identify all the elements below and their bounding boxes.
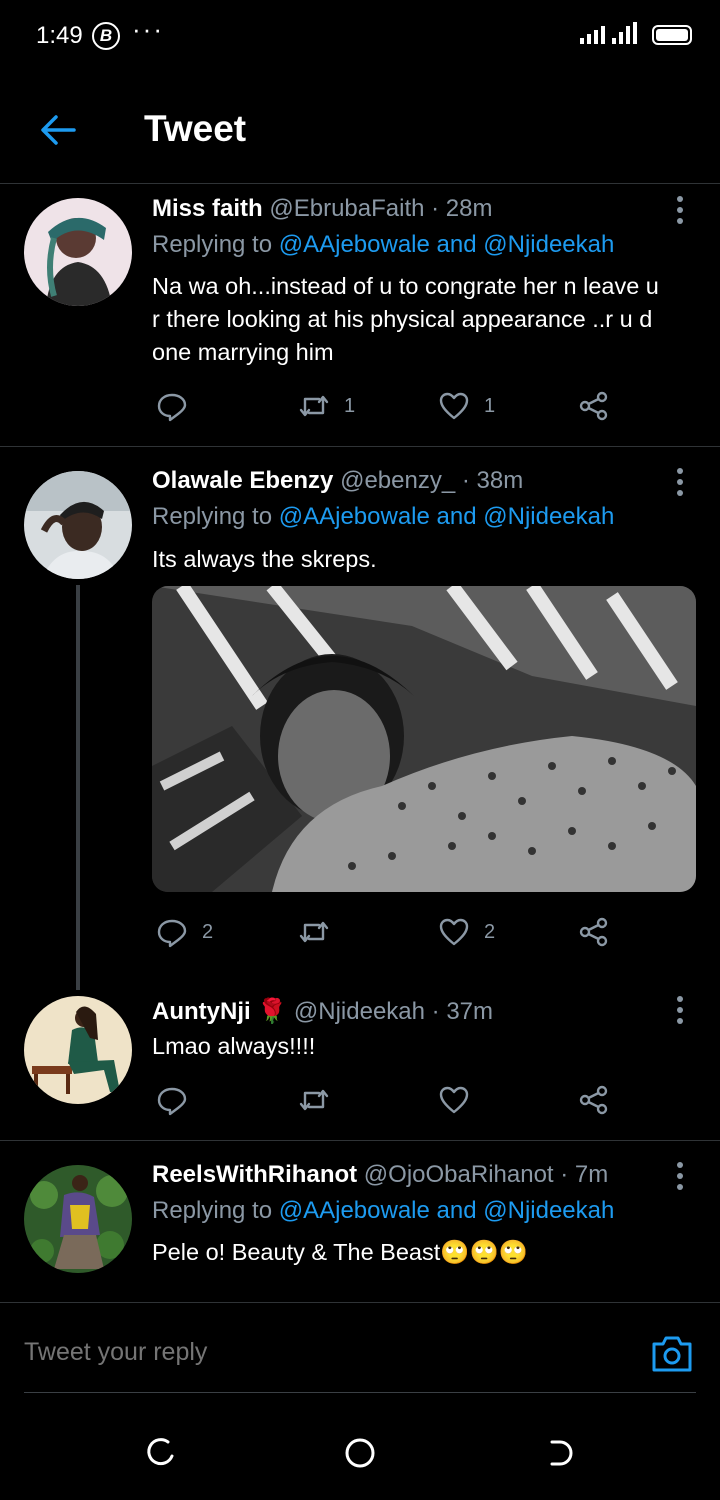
page-title: Tweet (144, 108, 247, 149)
reply-icon (157, 919, 187, 948)
replying-prefix: Replying to (152, 1197, 273, 1224)
display-name[interactable]: Miss faith (152, 195, 263, 222)
avatar-image (24, 471, 132, 579)
tweet-text-main: Pele o! Beauty & The Beast (152, 1239, 441, 1265)
like-button[interactable]: 2 (438, 916, 495, 948)
handle-time: @EbrubaFaith · 28m (269, 195, 493, 222)
reply-count: 2 (202, 920, 214, 943)
tweet-name-line: AuntyNji 🌹 @Njideekah · 37m (152, 997, 493, 1026)
avatar-image (24, 198, 132, 306)
share-button[interactable] (578, 390, 610, 422)
signal-icon (580, 22, 637, 44)
retweet-icon (299, 1089, 329, 1111)
replying-mentions[interactable]: @AAjebowale and @Njideekah (279, 1197, 615, 1224)
avatar-image (24, 1165, 132, 1273)
thread-connector (76, 585, 80, 990)
heart-icon (439, 1086, 469, 1114)
reply-icon (157, 1087, 187, 1116)
tweet-text-line: Na wa oh...instead of u to congrate her … (152, 273, 659, 299)
replying-to: Replying to @AAjebowale and @Njideekah (152, 1197, 614, 1225)
home-icon[interactable] (343, 1436, 377, 1470)
tweet-divider (0, 446, 720, 447)
tweet-divider (0, 1302, 720, 1303)
like-button[interactable]: 1 (438, 390, 495, 422)
avatar-image (24, 996, 132, 1104)
status-time: 1:49 (36, 22, 83, 49)
tweet-text: Na wa oh...instead of u to congrate her … (152, 270, 698, 369)
retweet-button[interactable]: 1 (298, 390, 355, 422)
replying-prefix: Replying to (152, 503, 273, 530)
retweet-button[interactable] (298, 1084, 344, 1116)
heart-icon (439, 392, 469, 420)
tweet-text-line: one marrying him (152, 339, 334, 365)
reply-button[interactable] (156, 1084, 202, 1116)
replying-mentions[interactable]: @AAjebowale and @Njideekah (279, 503, 615, 530)
recent-apps-icon[interactable] (144, 1436, 178, 1470)
replying-to: Replying to @AAjebowale and @Njideekah (152, 231, 614, 259)
like-count: 1 (484, 394, 496, 417)
replying-to: Replying to @AAjebowale and @Njideekah (152, 503, 614, 531)
tweet-name-line: ReelsWithRihanot @OjoObaRihanot · 7m (152, 1161, 608, 1189)
tweet-name-line: Olawale Ebenzy @ebenzy_ · 38m (152, 467, 523, 495)
replying-prefix: Replying to (152, 231, 273, 258)
tweet-text: Pele o! Beauty & The Beast🙄🙄🙄 (152, 1236, 698, 1269)
share-icon (579, 391, 608, 421)
handle-time: @OjoObaRihanot · 7m (363, 1161, 609, 1188)
retweet-count: 1 (344, 394, 356, 417)
tweet-text: Its always the skreps. (152, 546, 377, 572)
reply-icon (157, 393, 187, 422)
tweet-text-line: r there looking at his physical appearan… (152, 306, 653, 332)
handle-time: @ebenzy_ · 38m (340, 467, 524, 494)
eye-roll-emoji: 🙄🙄🙄 (440, 1239, 529, 1265)
like-count: 2 (484, 920, 496, 943)
display-name[interactable]: AuntyNji (152, 998, 251, 1025)
avatar[interactable] (24, 1165, 132, 1273)
avatar[interactable] (24, 471, 132, 579)
camera-icon[interactable] (650, 1332, 694, 1376)
replying-mentions[interactable]: @AAjebowale and @Njideekah (279, 231, 615, 258)
heart-icon (439, 918, 469, 946)
display-name[interactable]: Olawale Ebenzy (152, 467, 333, 494)
photo (152, 586, 696, 892)
like-button[interactable] (438, 1084, 484, 1116)
avatar[interactable] (24, 198, 132, 306)
share-button[interactable] (578, 1084, 610, 1116)
more-options-icon[interactable] (676, 996, 684, 1026)
retweet-button[interactable] (298, 916, 344, 948)
more-options-icon[interactable] (676, 196, 684, 226)
more-options-icon[interactable] (676, 1162, 684, 1192)
reply-input[interactable] (24, 1338, 584, 1367)
tweet-text: Lmao always!!!! (152, 1033, 316, 1059)
status-overflow-icon: ··· (132, 14, 164, 44)
arrow-left-icon[interactable] (38, 110, 78, 150)
battery-icon (652, 25, 692, 45)
display-name[interactable]: ReelsWithRihanot (152, 1161, 357, 1188)
reply-button[interactable] (156, 390, 202, 422)
handle-time: @Njideekah · 37m (293, 998, 494, 1025)
reply-button[interactable]: 2 (156, 916, 213, 948)
back-nav-icon[interactable] (544, 1436, 578, 1470)
more-options-icon[interactable] (676, 468, 684, 498)
status-bar: 1:49 B ··· (0, 0, 720, 72)
retweet-icon (299, 395, 329, 417)
tweet-name-line: Miss faith @EbrubaFaith · 28m (152, 195, 492, 223)
tweet-media-image[interactable] (152, 586, 696, 892)
header-divider (0, 183, 720, 184)
share-icon (579, 917, 608, 947)
share-icon (579, 1085, 608, 1115)
b-badge-icon: B (92, 22, 120, 50)
tweet-divider (0, 1140, 720, 1141)
avatar[interactable] (24, 996, 132, 1104)
share-button[interactable] (578, 916, 610, 948)
reply-bar-underline (24, 1392, 696, 1393)
retweet-icon (299, 921, 329, 943)
rose-emoji: 🌹 (257, 998, 288, 1025)
